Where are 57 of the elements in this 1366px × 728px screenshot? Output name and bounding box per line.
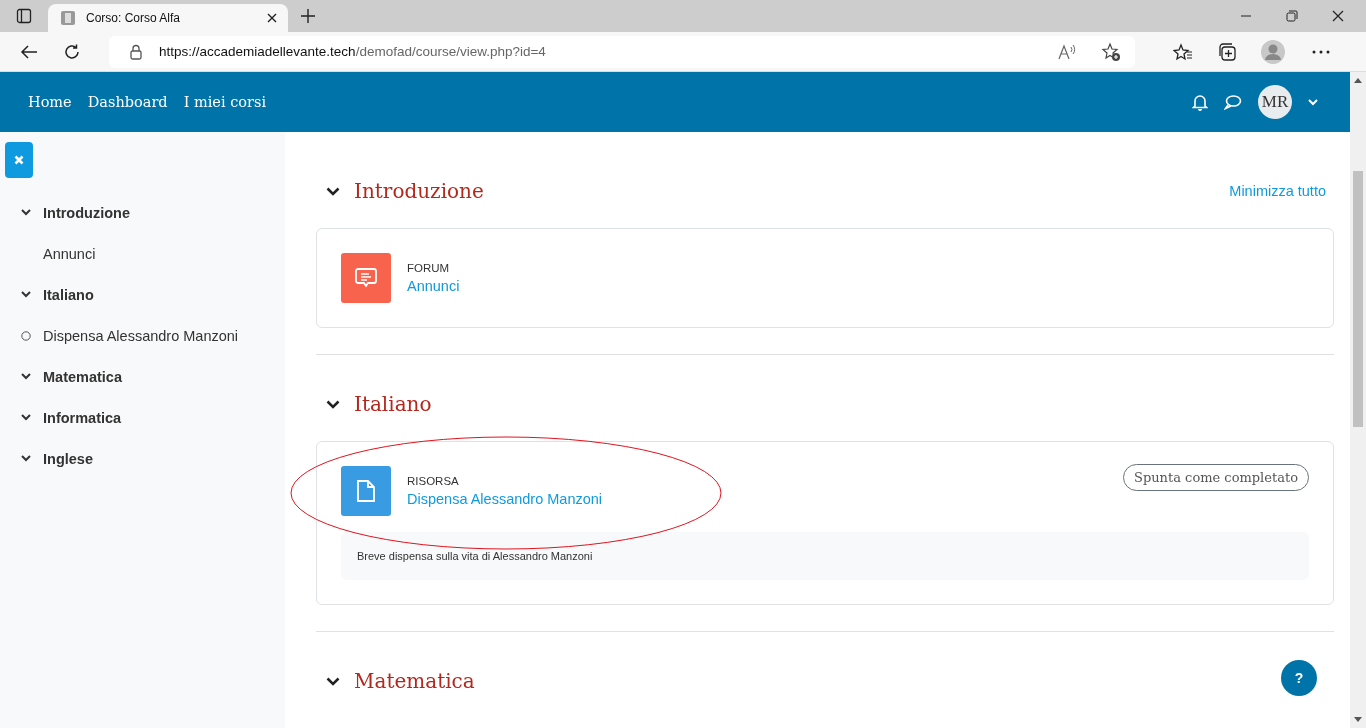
close-drawer-button[interactable] [5,142,33,178]
bell-icon[interactable] [1192,93,1208,111]
address-field[interactable]: https://accademiadellevante.tech/demofad/course/view.php?id=4 [109,35,1135,68]
activity-description: Breve dispensa sulla vita di Alessandro Manzoni [341,532,1309,580]
close-window-icon[interactable] [1332,10,1344,22]
section-title: Italiano [354,392,432,416]
section-link[interactable]: Matematica [43,368,122,385]
section-link[interactable]: Italiano [43,286,94,303]
chevron-icon[interactable] [21,373,31,380]
tab-list-icon[interactable] [16,8,32,24]
nav-link[interactable]: I miei corsi [183,94,267,110]
lock-icon [129,43,143,60]
section-title: Introduzione [354,179,484,203]
caret-icon[interactable] [1308,98,1318,106]
chevron-icon[interactable] [326,676,340,686]
document-icon [356,479,376,503]
new-tab-icon[interactable] [300,8,316,24]
section-title: Matematica [354,669,475,693]
activity-type-label: FORUM [407,262,451,274]
chat-bubble-icon[interactable] [1224,94,1242,110]
tab-title: Corso: Corso Alfa [86,11,182,25]
more-options-icon[interactable] [1312,49,1330,54]
scroll-down-icon[interactable] [1354,717,1362,722]
activity-link[interactable]: Annunci [43,245,96,262]
activity-link[interactable]: Dispensa Alessandro Manzoni [43,327,239,344]
reload-icon[interactable] [63,42,81,61]
close-icon [14,155,24,165]
add-favorite-icon[interactable] [1101,41,1121,62]
favorites-icon[interactable] [1173,42,1193,61]
chevron-icon[interactable] [326,186,340,196]
collections-icon[interactable] [1217,41,1237,62]
forum-bubble-icon [354,266,378,290]
chevron-icon[interactable] [21,414,31,421]
chevron-icon[interactable] [326,399,340,409]
chevron-icon[interactable] [21,291,31,298]
section-link[interactable]: Informatica [43,409,122,426]
mark-complete-button[interactable]: Spunta come completato [1123,463,1309,491]
browser-tab[interactable]: Corso: Corso Alfa [48,4,288,32]
url-text: https://accademiadellevante.tech/demofad/course/view.php?id=4 [159,44,546,59]
section-link[interactable]: Inglese [43,450,93,467]
scrollbar-thumb[interactable] [1353,171,1363,427]
profile-avatar-icon[interactable] [1261,39,1285,64]
nav-link[interactable]: Dashboard [87,94,168,110]
nav-link[interactable]: Home [28,94,72,110]
back-arrow-icon[interactable] [20,43,38,60]
user-avatar[interactable]: MR [1258,85,1292,119]
scroll-up-icon[interactable] [1354,78,1362,83]
restore-icon[interactable] [1286,10,1298,22]
close-tab-icon[interactable] [266,12,278,24]
activity-type-label: RISORSA [407,475,460,487]
section-link[interactable]: Introduzione [43,204,130,221]
help-button[interactable]: ? [1281,660,1317,696]
read-aloud-icon[interactable] [1057,42,1077,61]
site-favicon-icon [60,10,76,26]
scrollbar[interactable] [1350,72,1366,728]
chevron-icon[interactable] [21,209,31,216]
chevron-icon[interactable] [21,455,31,462]
